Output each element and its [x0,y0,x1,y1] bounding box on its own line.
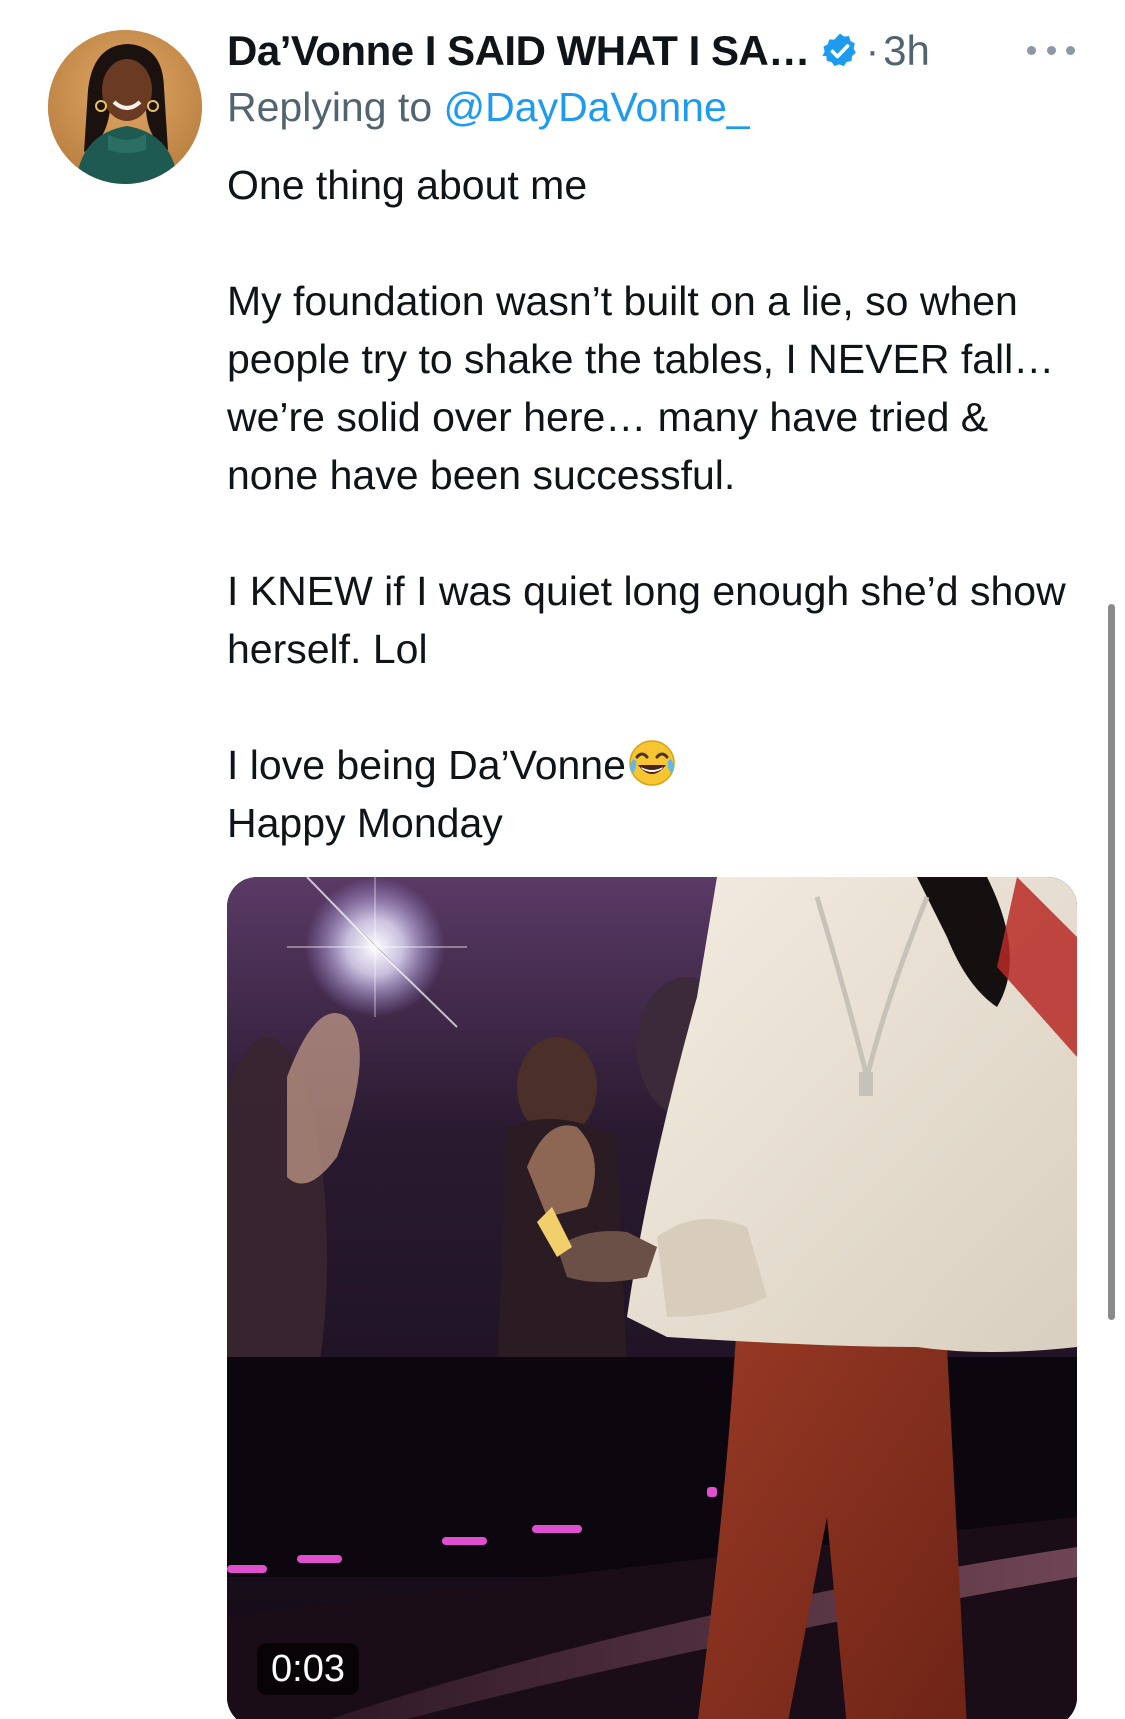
reply-prefix: Replying to [227,84,433,130]
tweet-line: Happy Monday [227,800,503,846]
more-options-icon[interactable] [1027,30,1075,70]
timestamp[interactable]: 3h [883,27,930,75]
scrollbar[interactable] [1108,604,1115,1320]
video-duration-badge: 0:03 [257,1643,359,1695]
verified-badge-icon [820,31,860,71]
tweet-paragraph: One thing about me [227,162,588,208]
avatar[interactable] [48,30,202,184]
tweet-header: Da’Vonne I SAID WHAT I SA… · 3h [227,24,1087,78]
face-with-tears-of-joy-icon [626,737,678,789]
reply-context: Replying to @DayDaVonne_ [227,84,750,131]
display-name[interactable]: Da’Vonne I SAID WHAT I SA… [227,27,810,75]
tweet-line: I love being Da’Vonne [227,742,626,788]
tweet-page: Da’Vonne I SAID WHAT I SA… · 3h Replying… [0,0,1125,1719]
tweet-text: One thing about me My foundation wasn’t … [227,156,1087,852]
tweet-paragraph: My foundation wasn’t built on a lie, so … [227,278,1055,498]
video-player[interactable]: 0:03 [227,877,1077,1719]
tweet-paragraph: I KNEW if I was quiet long enough she’d … [227,568,1066,672]
reply-handle-link[interactable]: @DayDaVonne_ [444,84,750,130]
tweet-paragraph-last: I love being Da’Vonne [227,736,1087,794]
separator-dot: · [865,28,880,73]
